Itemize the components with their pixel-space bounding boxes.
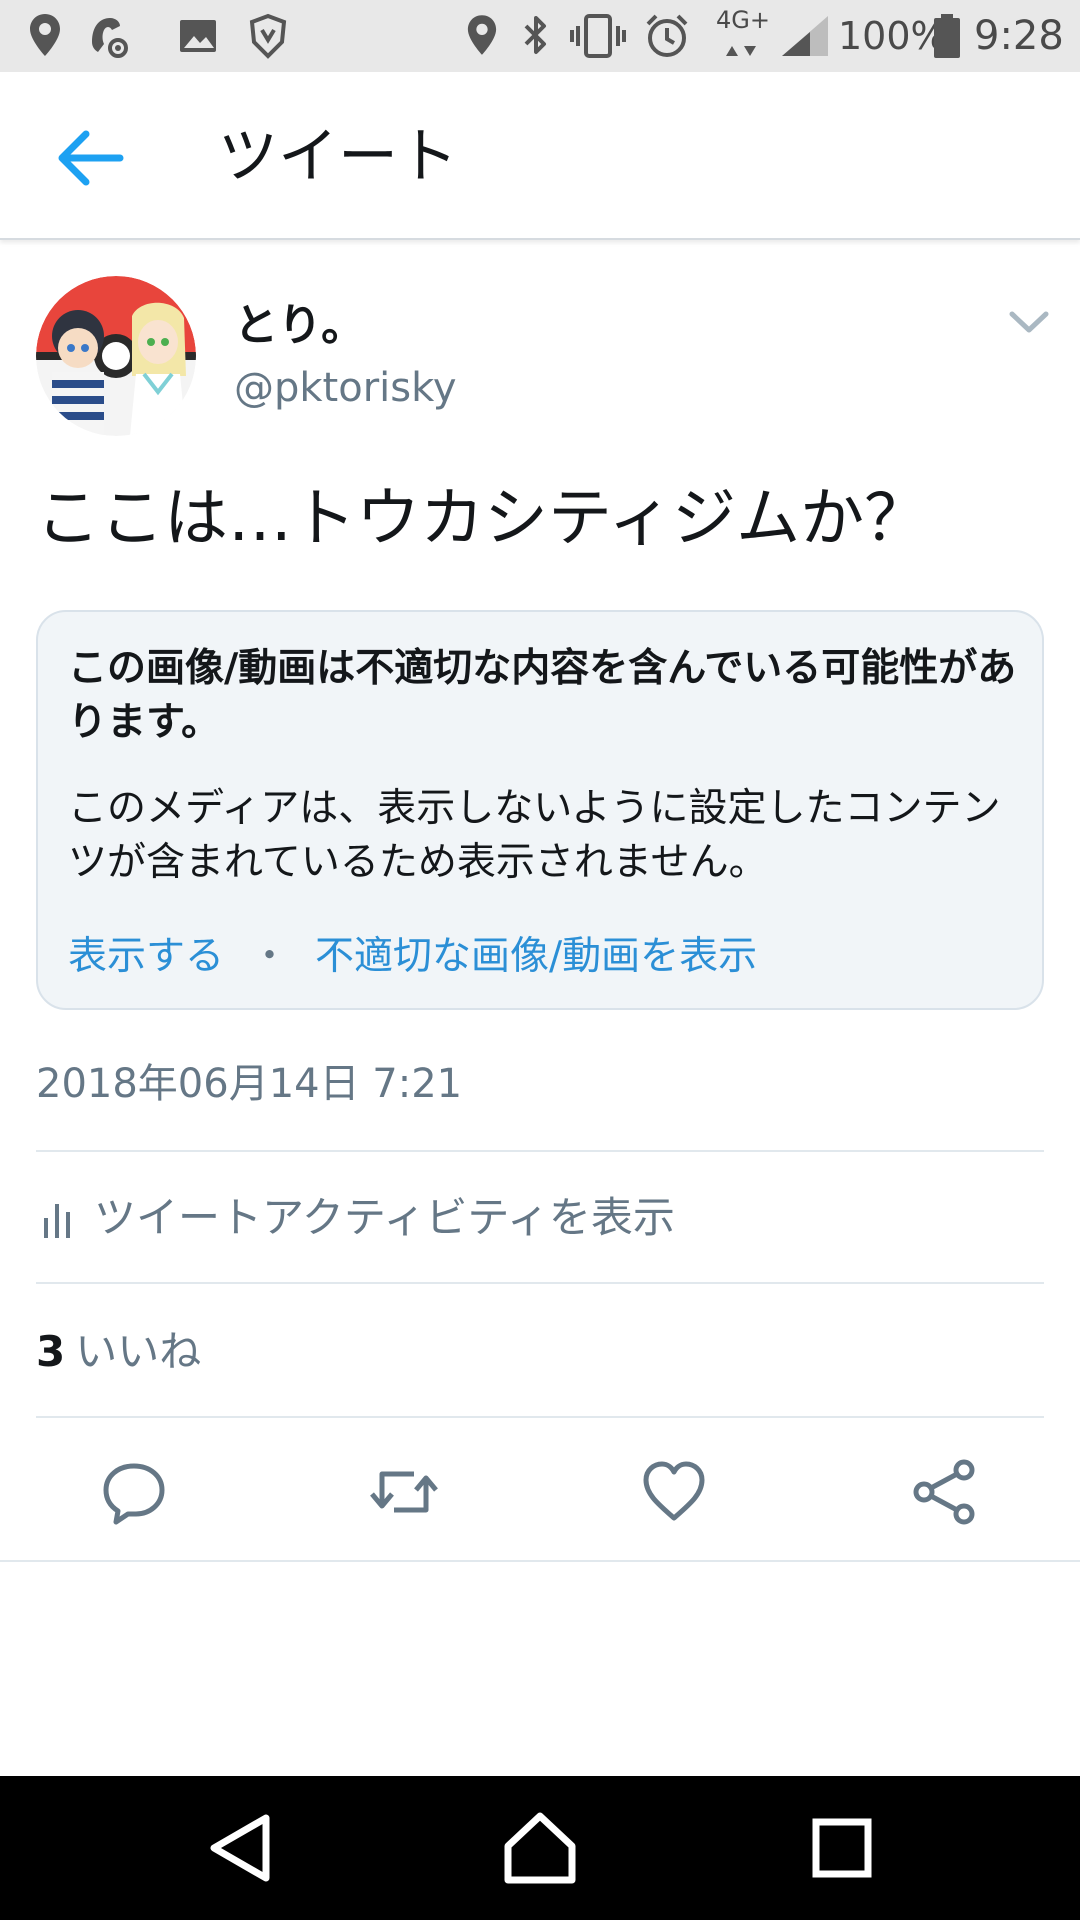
divider	[36, 1416, 1044, 1418]
author-handle[interactable]: @pktorisky	[234, 360, 457, 416]
sensitive-media-title: この画像/動画は不適切な内容を含んでいる可能性があります。	[68, 646, 1017, 745]
likes-label: いいね	[75, 1327, 202, 1376]
chevron-down-icon[interactable]	[1004, 302, 1054, 342]
signal-icon	[782, 16, 828, 56]
shield-app-icon	[249, 13, 287, 59]
avatar[interactable]	[36, 276, 196, 436]
divider	[0, 1560, 1080, 1562]
sensitive-media-body: このメディアは、表示しないように設定したコンテンツが含まれているため表示されませ…	[68, 786, 1001, 885]
sensitive-media-notice: この画像/動画は不適切な内容を含んでいる可能性があります。 このメディアは、表示…	[36, 610, 1044, 1010]
tweet-text: ここは…トウカシティジムか？	[36, 482, 929, 556]
location-icon	[467, 15, 497, 55]
divider	[36, 1150, 1044, 1152]
show-media-link[interactable]: 表示する	[68, 934, 224, 979]
author-name[interactable]: とり。	[234, 296, 365, 356]
app-header: ツイート	[0, 72, 1080, 240]
recents-icon[interactable]	[800, 1806, 884, 1890]
arrow-left-icon[interactable]	[50, 118, 130, 198]
likes-count-row[interactable]: 3 いいね	[36, 1320, 201, 1384]
alarm-icon	[646, 14, 688, 57]
sensitive-media-links: 表示する・不適切な画像/動画を表示	[68, 930, 757, 984]
avatar-image	[36, 276, 196, 436]
clock: 9:28	[974, 13, 1064, 59]
share-icon[interactable]	[908, 1456, 980, 1528]
analytics-icon	[44, 1204, 70, 1238]
bluetooth-icon	[524, 16, 546, 54]
tweet-activity-label: ツイートアクティビティを表示	[94, 1193, 675, 1242]
navigation-bar	[0, 1776, 1080, 1920]
location-icon	[30, 14, 60, 56]
ringtone-settings-icon	[92, 18, 128, 58]
status-bar: 4G+ 100% 9:28	[0, 0, 1080, 72]
reply-icon[interactable]	[98, 1456, 170, 1528]
network-type: 4G+	[716, 6, 770, 34]
tweet-timestamp: 2018年06月14日 7:21	[36, 1061, 463, 1107]
sensitive-settings-link[interactable]: 不適切な画像/動画を表示	[315, 934, 757, 979]
like-icon[interactable]	[638, 1456, 710, 1528]
vibrate-icon	[570, 14, 626, 58]
page-title: ツイート	[218, 122, 458, 192]
battery-icon	[934, 14, 960, 58]
back-triangle-icon[interactable]	[200, 1806, 284, 1890]
divider	[36, 1282, 1044, 1284]
battery-percent: 100%	[838, 14, 947, 58]
image-icon	[180, 20, 216, 52]
link-separator: ・	[250, 934, 290, 979]
home-icon[interactable]	[498, 1806, 582, 1890]
likes-count: 3	[36, 1327, 66, 1376]
data-arrows-icon	[726, 46, 756, 56]
retweet-icon[interactable]	[368, 1456, 440, 1528]
